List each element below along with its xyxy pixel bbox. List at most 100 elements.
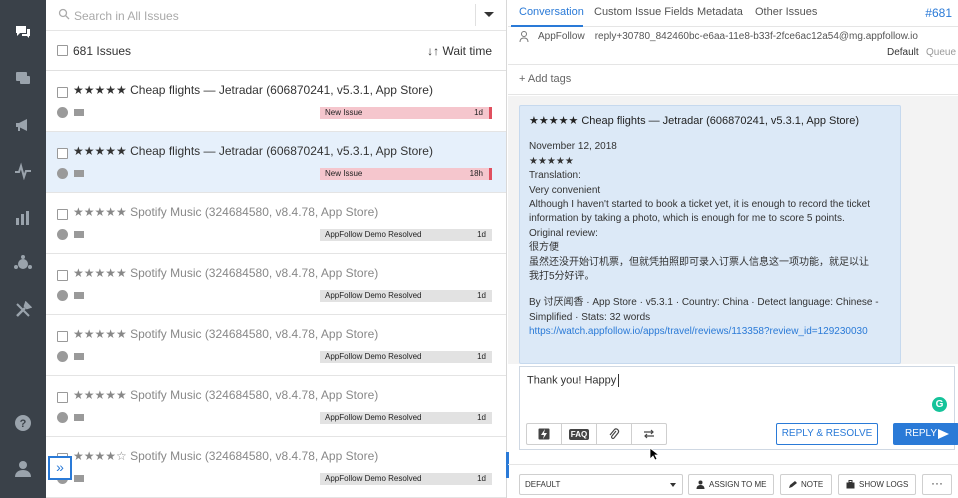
- detail-tabs: Conversation Custom Issue Fields Metadat…: [508, 0, 958, 27]
- tab-custom-issue-fields[interactable]: Custom Issue Fields: [594, 6, 694, 18]
- issue-count: 681 Issues: [73, 44, 132, 58]
- issue-item[interactable]: ★★★★★ Spotify Music (324684580, v8.4.78,…: [46, 254, 506, 315]
- globe-icon: [57, 168, 68, 179]
- issue-age: 1d: [477, 352, 486, 361]
- issue-item[interactable]: ★★★★★ Spotify Music (324684580, v8.4.78,…: [46, 315, 506, 376]
- issue-checkbox[interactable]: [57, 392, 68, 403]
- issue-title: ★★★★★ Spotify Music (324684580, v8.4.78,…: [73, 388, 379, 402]
- issue-checkbox[interactable]: [57, 87, 68, 98]
- add-tags-button[interactable]: + Add tags: [519, 73, 571, 85]
- attach-button[interactable]: [597, 424, 632, 444]
- mail-icon: [74, 414, 84, 421]
- original-body: 我打5分好评。: [529, 271, 595, 283]
- issue-detail-panel: Conversation Custom Issue Fields Metadat…: [508, 0, 958, 498]
- reply-text: Thank you! Happy: [527, 374, 617, 387]
- more-options-button[interactable]: ···: [922, 474, 952, 495]
- tab-metadata[interactable]: Metadata: [697, 6, 743, 18]
- mail-icon: [74, 170, 84, 177]
- mail-icon: [74, 231, 84, 238]
- profile-icon[interactable]: [11, 457, 35, 481]
- review-link[interactable]: https://watch.appfollow.io/apps/travel/r…: [529, 326, 868, 337]
- status-label: AppFollow Demo Resolved: [325, 413, 422, 422]
- reply-input[interactable]: Thank you! Happy: [527, 374, 620, 387]
- left-sidebar: ?: [0, 0, 46, 498]
- issue-checkbox[interactable]: [57, 331, 68, 342]
- analytics-icon[interactable]: [11, 206, 35, 230]
- reply-toolbar: FAQ: [526, 423, 667, 445]
- mail-icon: [74, 109, 84, 116]
- issue-checkbox[interactable]: [57, 148, 68, 159]
- queue-dropdown[interactable]: DEFAULT: [519, 474, 683, 495]
- globe-icon: [57, 229, 68, 240]
- issue-checkbox[interactable]: [57, 209, 68, 220]
- templates-button[interactable]: [527, 424, 562, 444]
- action-bar: DEFAULT ASSIGN TO ME NOTE SHOW LOGS ···: [508, 464, 958, 498]
- issue-item[interactable]: ★★★★☆ Spotify Music (324684580, v8.4.78,…: [46, 437, 506, 498]
- swap-icon: [644, 429, 654, 439]
- review-info: Simplified · Stats: 32 words: [529, 311, 651, 323]
- tab-other-issues[interactable]: Other Issues: [755, 6, 817, 18]
- review-message: ★★★★★ Cheap flights — Jetradar (60687024…: [519, 105, 901, 364]
- status-badge: New Issue 18h: [320, 168, 492, 180]
- sender-address: reply+30780_842460bc-e6aa-11e8-b33f-2fce…: [594, 31, 918, 42]
- expand-sidebar-button[interactable]: »: [48, 456, 72, 480]
- assign-to-me-button[interactable]: ASSIGN TO ME: [688, 474, 774, 495]
- status-label: AppFollow Demo Resolved: [325, 474, 422, 483]
- translate-button[interactable]: [632, 424, 666, 444]
- reply-and-resolve-button[interactable]: REPLY & RESOLVE: [776, 423, 878, 445]
- translation-title: Very convenient: [529, 184, 601, 196]
- search-icon: [58, 8, 70, 20]
- pencil-icon: [789, 481, 797, 488]
- issue-age: 1d: [477, 230, 486, 239]
- message-title: ★★★★★ Cheap flights — Jetradar (60687024…: [529, 115, 859, 127]
- lightning-icon: [538, 428, 550, 440]
- sender-line: AppFollow reply+30780_842460bc-e6aa-11e8-…: [538, 31, 918, 42]
- mail-icon: [74, 353, 84, 360]
- issue-number: #681: [925, 6, 952, 20]
- show-logs-button[interactable]: SHOW LOGS: [838, 474, 916, 495]
- chevron-down-icon: [670, 483, 676, 487]
- queue-label[interactable]: Queue: [926, 47, 956, 58]
- translation-body: information by taking a photo, which is …: [529, 213, 845, 225]
- person-icon: [696, 480, 705, 489]
- tools-icon[interactable]: [11, 298, 35, 322]
- issue-title: ★★★★★ Spotify Music (324684580, v8.4.78,…: [73, 327, 379, 341]
- issue-age: 1d: [474, 108, 483, 117]
- globe-icon: [57, 107, 68, 118]
- issue-item[interactable]: ★★★★★ Spotify Music (324684580, v8.4.78,…: [46, 193, 506, 254]
- help-icon[interactable]: ?: [11, 411, 35, 435]
- search-input[interactable]: Search in All Issues: [74, 9, 179, 23]
- grammarly-icon[interactable]: G: [932, 397, 947, 412]
- issue-age: 1d: [477, 291, 486, 300]
- conversations-icon[interactable]: [11, 20, 35, 44]
- globe-icon: [57, 290, 68, 301]
- send-icon: [938, 429, 949, 439]
- activity-icon[interactable]: [11, 159, 35, 183]
- status-badge: AppFollow Demo Resolved 1d: [320, 351, 492, 363]
- reviews-icon[interactable]: [11, 66, 35, 90]
- sort-wait-time[interactable]: ↓↑ Wait time: [427, 44, 492, 58]
- faq-button[interactable]: FAQ: [562, 424, 597, 444]
- status-badge: AppFollow Demo Resolved 1d: [320, 473, 492, 485]
- search-bar[interactable]: Search in All Issues: [46, 0, 506, 31]
- issue-checkbox[interactable]: [57, 270, 68, 281]
- select-all-checkbox[interactable]: [57, 45, 68, 56]
- megaphone-icon[interactable]: [11, 113, 35, 137]
- issue-item[interactable]: ★★★★★ Cheap flights — Jetradar (60687024…: [46, 71, 506, 132]
- filter-dropdown-icon[interactable]: [484, 12, 494, 17]
- note-button[interactable]: NOTE: [780, 474, 832, 495]
- status-badge: New Issue 1d: [320, 107, 492, 119]
- status-badge: AppFollow Demo Resolved 1d: [320, 229, 492, 241]
- reply-editor[interactable]: Thank you! Happy G FAQ REPLY & RESOLVE R…: [519, 366, 958, 450]
- reply-button[interactable]: REPLY: [893, 423, 958, 445]
- issue-item[interactable]: ★★★★★ Spotify Music (324684580, v8.4.78,…: [46, 376, 506, 437]
- issue-meta: AppFollow reply+30780_842460bc-e6aa-11e8-…: [508, 27, 958, 65]
- mouse-cursor-icon: [649, 447, 659, 461]
- default-label[interactable]: Default: [887, 47, 919, 58]
- faq-icon: FAQ: [568, 428, 590, 440]
- translation-body: Although I haven't started to book a tic…: [529, 199, 870, 211]
- issue-item[interactable]: ★★★★★ Cheap flights — Jetradar (60687024…: [46, 132, 506, 193]
- tab-conversation[interactable]: Conversation: [519, 6, 584, 18]
- integrations-icon[interactable]: [11, 252, 35, 276]
